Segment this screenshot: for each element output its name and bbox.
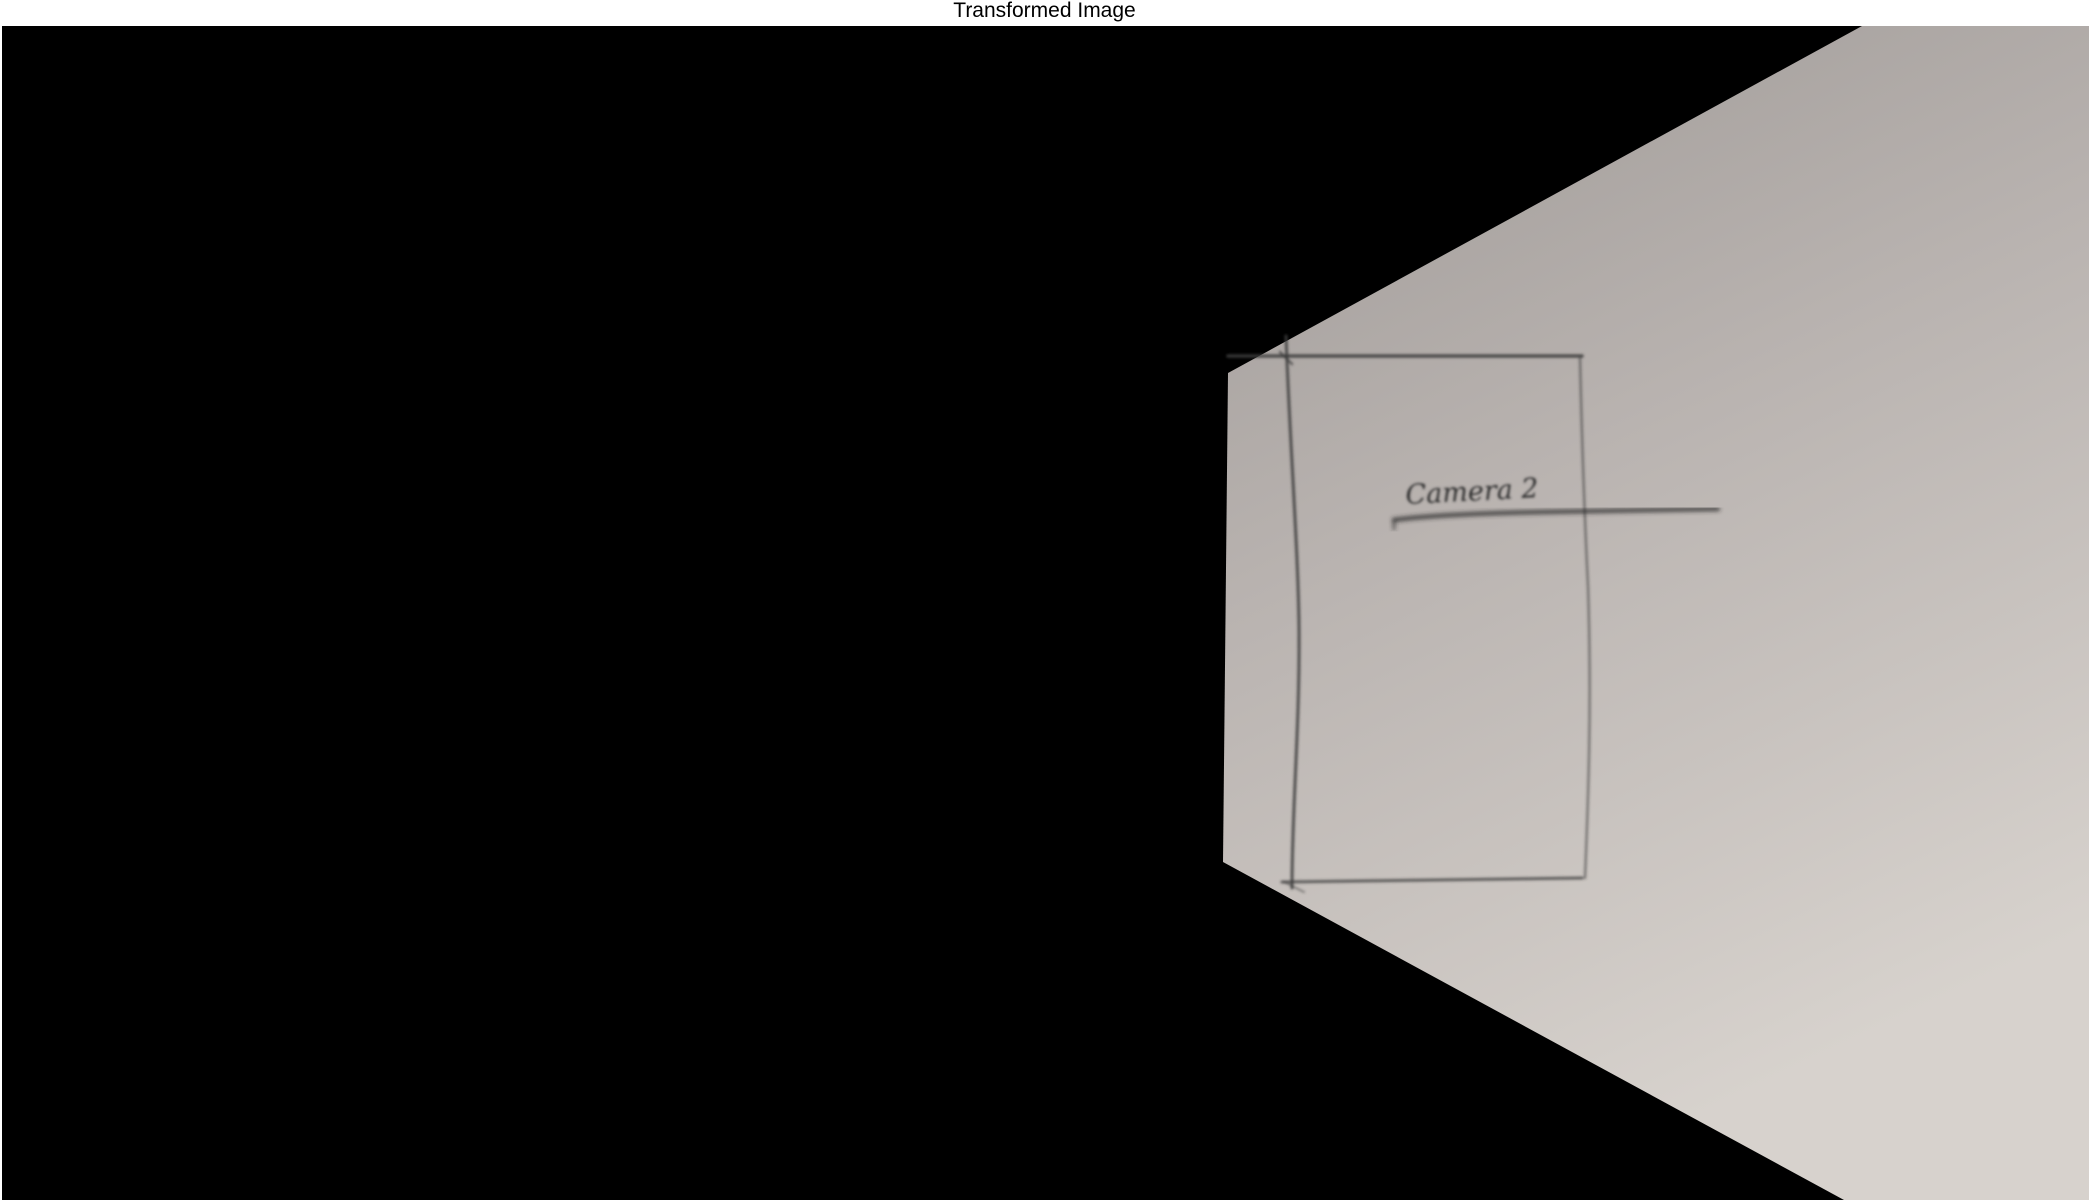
image-canvas: Camera 2 bbox=[2, 26, 2089, 1200]
figure-title: Transformed Image bbox=[953, 0, 1136, 22]
figure-window: Transformed Image Camera 2 bbox=[0, 0, 2089, 1202]
transformed-image: Camera 2 bbox=[2, 26, 2089, 1200]
